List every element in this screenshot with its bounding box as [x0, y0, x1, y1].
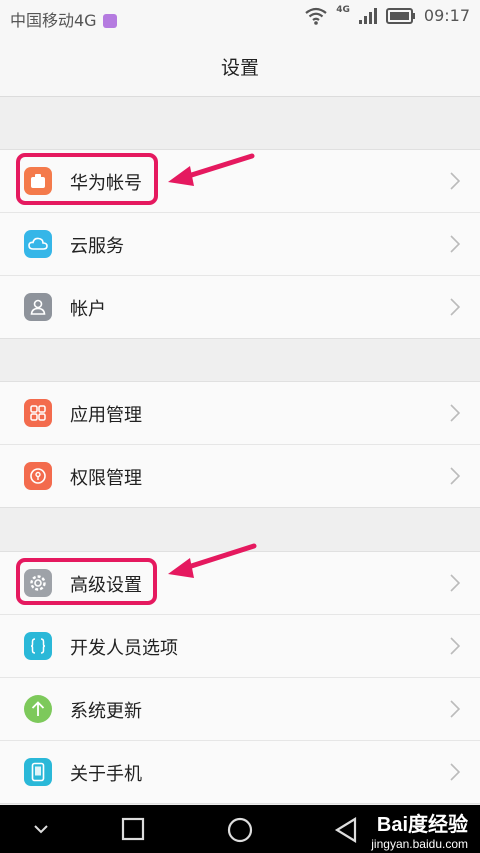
settings-item-developer-options[interactable]: 开发人员选项: [0, 615, 480, 678]
signal-icon: [358, 7, 377, 24]
chevron-right-icon: [450, 700, 460, 718]
chevron-down-icon[interactable]: [32, 823, 50, 835]
settings-item-label: 帐户: [70, 299, 106, 320]
page-title: 设置: [220, 57, 259, 79]
permission-icon: [24, 462, 52, 490]
arrow-up-icon: [24, 695, 52, 723]
phone-icon: [24, 758, 52, 786]
chevron-right-icon: [450, 467, 460, 485]
watermark: Bai度经验 jingyan.baidu.com: [371, 808, 468, 851]
chevron-right-icon: [450, 404, 460, 422]
settings-item-permission-management[interactable]: 权限管理: [0, 445, 480, 507]
annotation-arrow-icon: [168, 153, 255, 186]
settings-item-label: 系统更新: [70, 701, 142, 722]
apps-grid-icon: [24, 399, 52, 427]
settings-item-app-management[interactable]: 应用管理: [0, 382, 480, 445]
home-icon[interactable]: [227, 817, 253, 843]
chevron-right-icon: [450, 763, 460, 781]
settings-item-cloud-service[interactable]: 云服务: [0, 213, 480, 276]
settings-item-label: 权限管理: [70, 468, 142, 489]
chevron-right-icon: [450, 235, 460, 253]
highlight-box-huawei-account: [16, 153, 158, 205]
watermark-brand: Bai度经验: [376, 814, 468, 836]
recent-apps-icon[interactable]: [121, 817, 145, 841]
settings-item-label: 开发人员选项: [70, 638, 178, 659]
status-bar: 中国移动4G 4G 09:17: [0, 0, 480, 34]
sim-icon: [102, 14, 117, 28]
settings-item-label: 应用管理: [70, 405, 142, 426]
chevron-right-icon: [450, 298, 460, 316]
chevron-right-icon: [450, 574, 460, 592]
settings-group-apps: 应用管理 权限管理: [0, 381, 480, 508]
settings-item-label: 云服务: [70, 236, 124, 257]
settings-item-accounts[interactable]: 帐户: [0, 276, 480, 338]
carrier-text: 中国移动4G: [10, 11, 97, 30]
battery-icon: [385, 7, 415, 24]
chevron-right-icon: [450, 637, 460, 655]
settings-item-system-update[interactable]: 系统更新: [0, 678, 480, 741]
braces-icon: [24, 632, 52, 660]
settings-item-about-phone[interactable]: 关于手机: [0, 741, 480, 803]
annotation-arrow-icon: [168, 543, 257, 578]
carrier-label: 中国移动4G: [10, 7, 117, 31]
wifi-icon: [305, 7, 327, 25]
network-type-label: 4G: [336, 4, 350, 15]
chevron-right-icon: [450, 172, 460, 190]
cloud-icon: [24, 230, 52, 258]
title-bar: 设置: [0, 34, 480, 97]
user-icon: [24, 293, 52, 321]
back-icon[interactable]: [334, 817, 358, 843]
settings-item-label: 关于手机: [70, 764, 142, 785]
clock: 09:17: [423, 6, 470, 25]
watermark-url: jingyan.baidu.com: [371, 837, 468, 851]
highlight-box-advanced-settings: [16, 558, 157, 605]
